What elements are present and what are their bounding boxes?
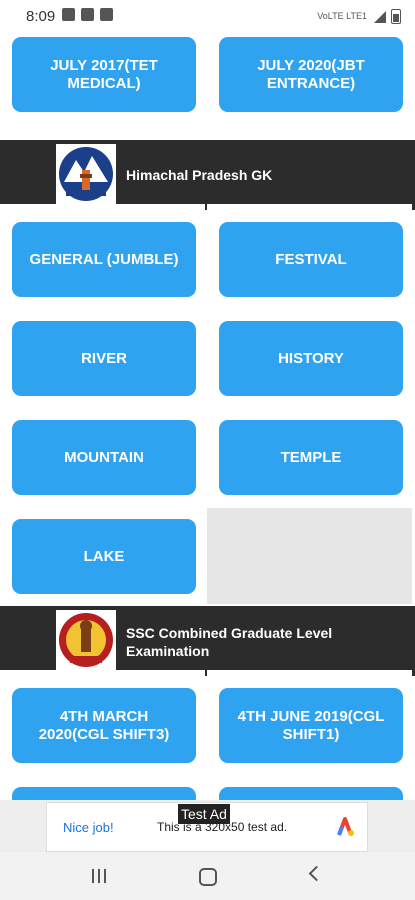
- grid-cell: HISTORY: [207, 303, 412, 400]
- navigation-bar: [0, 852, 415, 900]
- ad-nice-text: Nice job!: [63, 820, 114, 835]
- himachal-logo: [56, 144, 116, 206]
- topic-button[interactable]: GENERAL (JUMBLE): [12, 222, 196, 297]
- status-time: 8:09: [26, 8, 56, 25]
- grid-cell: MOUNTAIN: [0, 402, 205, 499]
- category-header: Himachal Pradesh GK: [0, 140, 415, 210]
- topic-button[interactable]: MOUNTAIN: [12, 420, 196, 495]
- category-title: SSC Combined Graduate Level Examination: [126, 625, 333, 659]
- signal-icon: [372, 10, 386, 23]
- notification-icons: [62, 8, 113, 21]
- back-icon[interactable]: [308, 865, 325, 882]
- grid-cell: LAKE: [0, 501, 205, 598]
- recents-icon[interactable]: [92, 869, 108, 883]
- grid-cell: JULY 2020(JBT ENTRANCE): [207, 34, 412, 116]
- exam-button[interactable]: 4TH JUNE 2019(CGL SHIFT1): [219, 688, 403, 763]
- message-icon: [100, 8, 113, 21]
- ad-label: Test Ad: [178, 804, 230, 824]
- topic-button[interactable]: FESTIVAL: [219, 222, 403, 297]
- topic-button[interactable]: TEMPLE: [219, 420, 403, 495]
- topic-button[interactable]: LAKE: [12, 519, 196, 594]
- exam-button[interactable]: JULY 2017(TET MEDICAL): [12, 37, 196, 112]
- status-right: VoLTE LTE1: [317, 9, 401, 24]
- checkbox-icon: [81, 8, 94, 21]
- content-scroll[interactable]: JULY 2017(TET MEDICAL) JULY 2020(JBT ENT…: [0, 34, 415, 852]
- grid-cell: 4TH JUNE 2019(CGL SHIFT1): [207, 670, 412, 767]
- grid-cell: FESTIVAL: [207, 204, 412, 301]
- topic-button[interactable]: RIVER: [12, 321, 196, 396]
- battery-icon: [391, 9, 401, 24]
- exam-button[interactable]: 4TH MARCH 2020(CGL SHIFT3): [12, 688, 196, 763]
- home-icon[interactable]: [199, 868, 217, 886]
- grid-cell: 4TH MARCH 2020(CGL SHIFT3): [0, 670, 205, 767]
- grid-cell: JULY 2017(TET MEDICAL): [0, 34, 205, 116]
- network-type: VoLTE LTE1: [317, 11, 367, 21]
- grid-cell: GENERAL (JUMBLE): [0, 204, 205, 301]
- category-title: Himachal Pradesh GK: [126, 167, 273, 183]
- exam-button[interactable]: JULY 2020(JBT ENTRANCE): [219, 37, 403, 112]
- settings-icon: [62, 8, 75, 21]
- adchoices-icon[interactable]: [333, 815, 357, 839]
- grid-cell: RIVER: [0, 303, 205, 400]
- ssc-logo: [56, 610, 116, 672]
- grid-cell: TEMPLE: [207, 402, 412, 499]
- category-header: SSC Combined Graduate Level Examination: [0, 606, 415, 676]
- topic-button[interactable]: HISTORY: [219, 321, 403, 396]
- empty-cell: [207, 508, 412, 604]
- status-bar: 8:09 VoLTE LTE1: [0, 0, 415, 34]
